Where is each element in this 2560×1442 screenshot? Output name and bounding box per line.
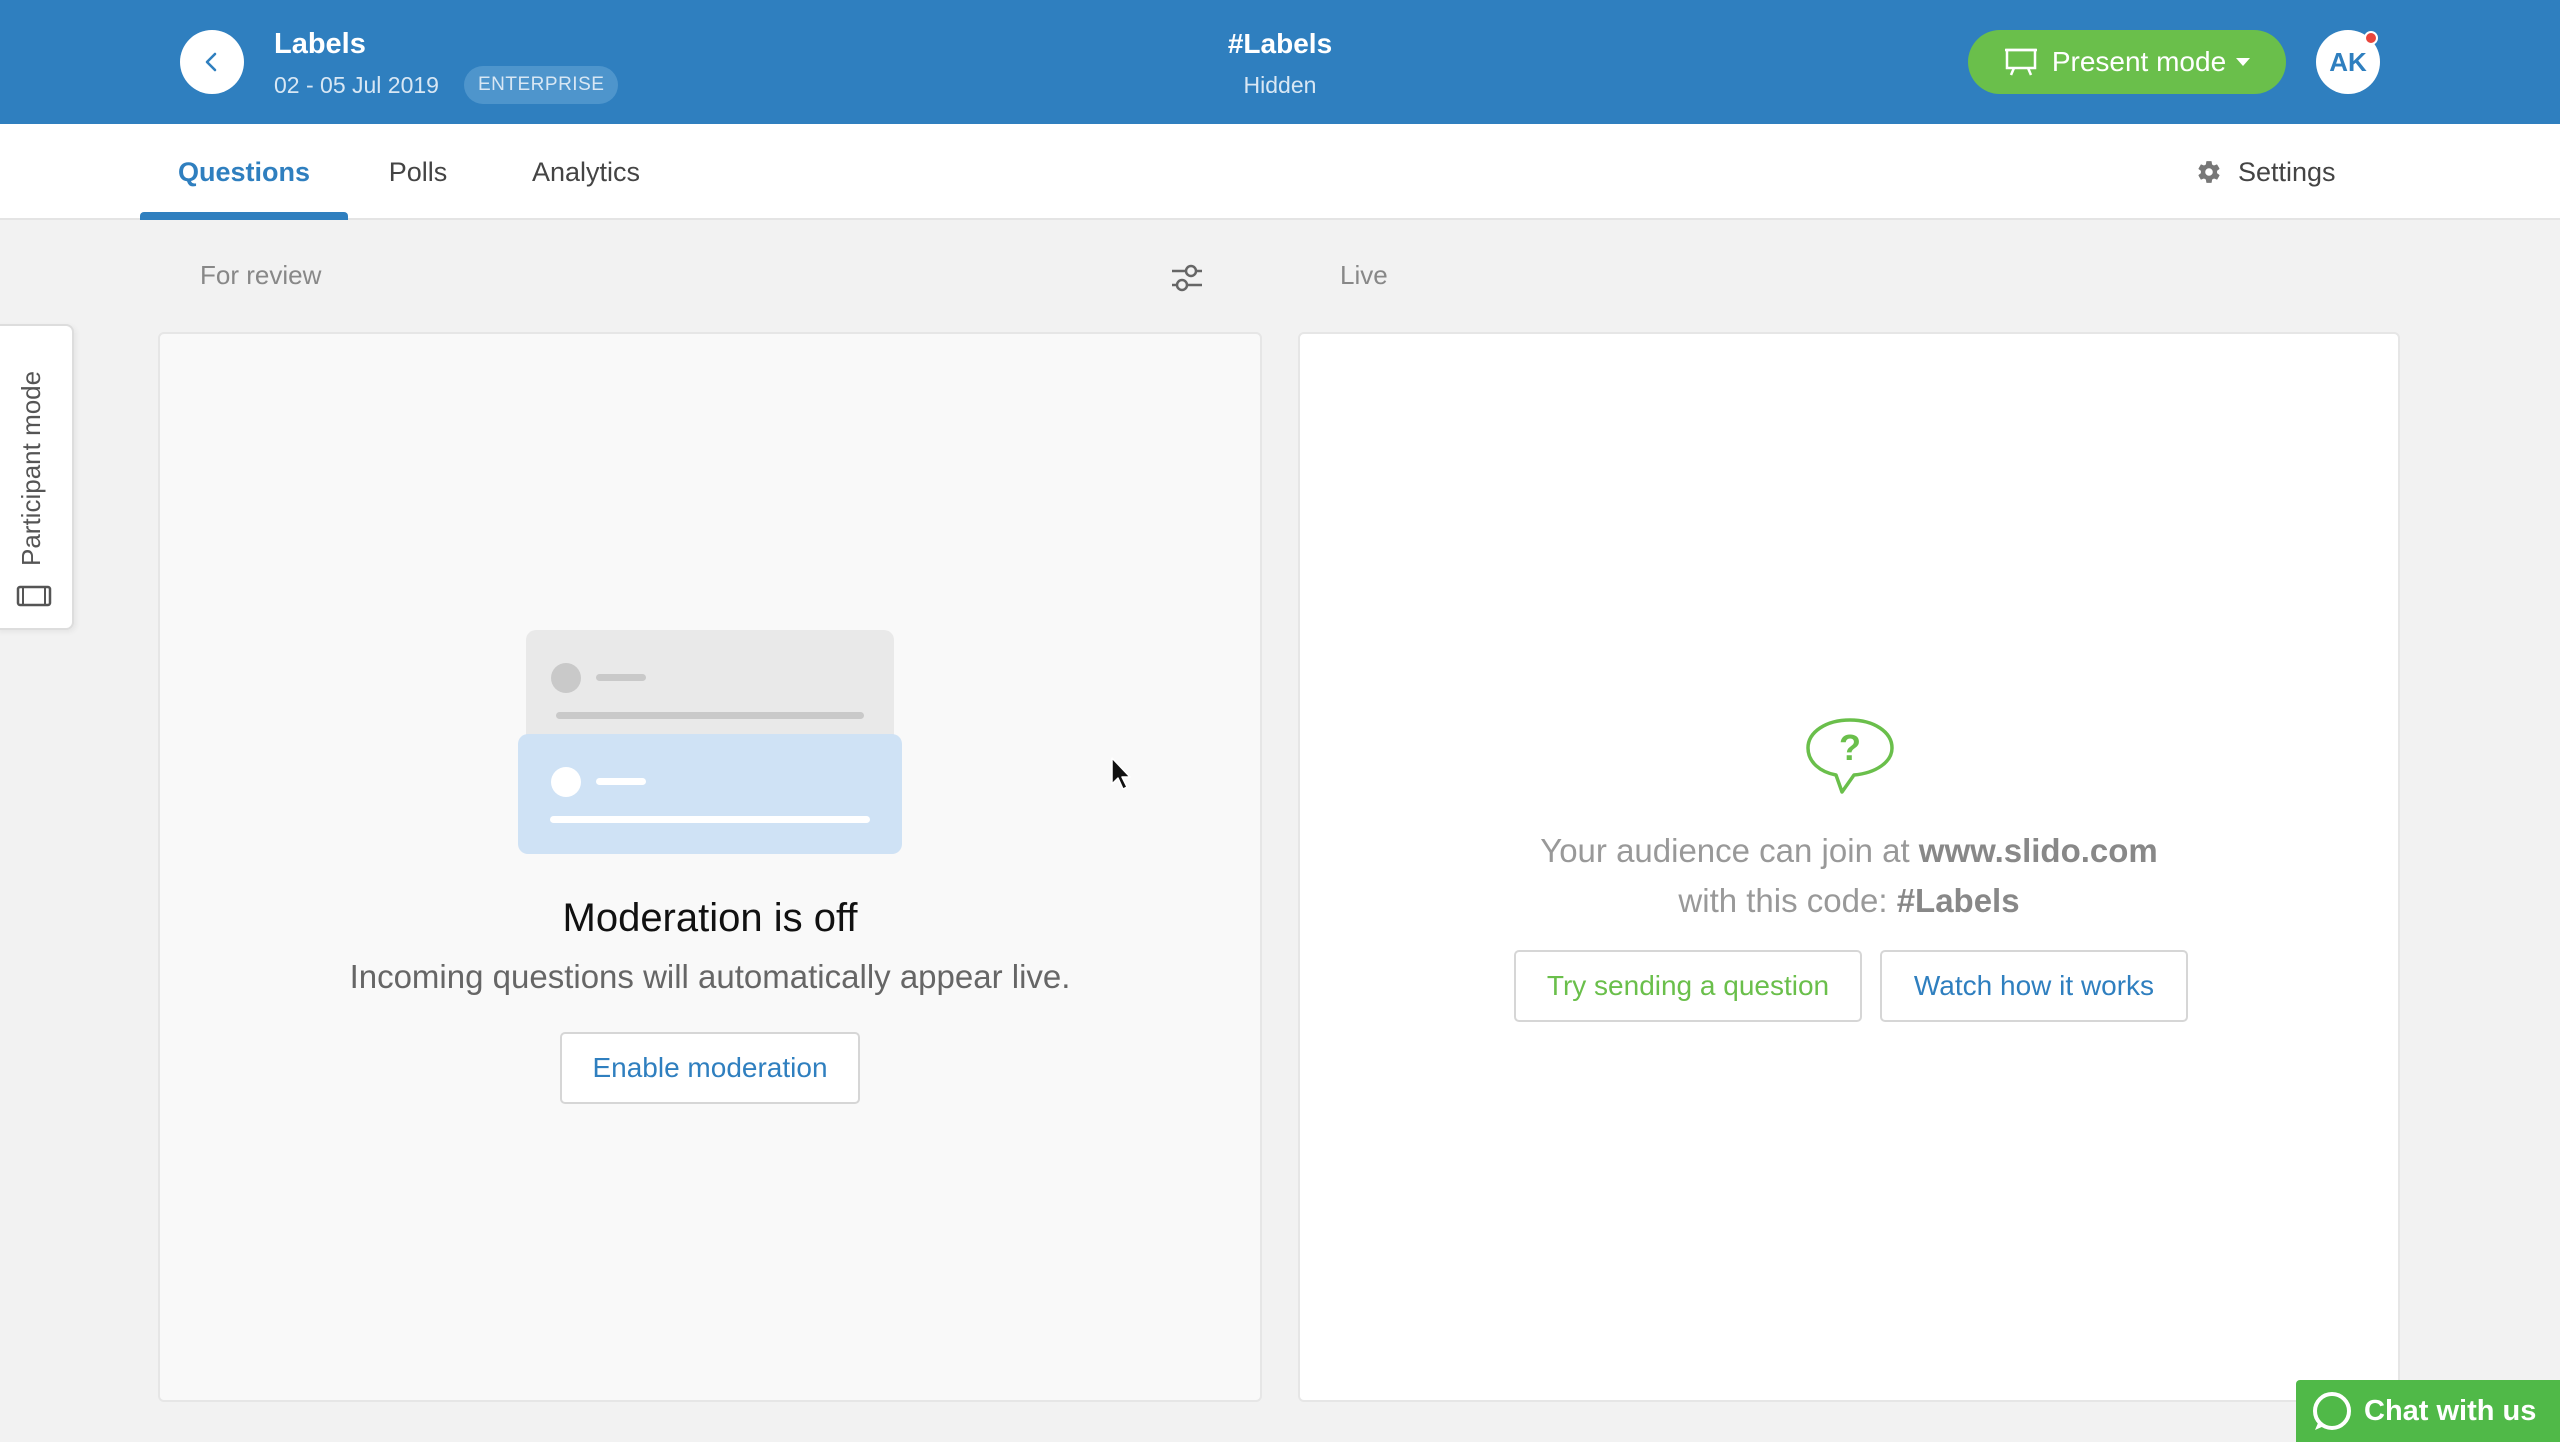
- event-status: Hidden: [1243, 72, 1317, 98]
- join-prefix: Your audience can join at: [1540, 832, 1919, 869]
- question-bubble-icon: ?: [1806, 718, 1894, 794]
- moderation-description: Incoming questions will automatically ap…: [349, 958, 1071, 995]
- device-icon: [16, 585, 52, 607]
- chevron-left-icon: [205, 52, 217, 72]
- chat-bubble-icon: [2313, 1392, 2351, 1430]
- try-sending-question-button[interactable]: Try sending a question: [1514, 950, 1862, 1022]
- presentation-screen-icon: [2004, 48, 2037, 76]
- join-url: www.slido.com: [1918, 832, 2158, 869]
- join-instructions: Your audience can join at www.slido.com …: [1300, 826, 2398, 926]
- user-avatar[interactable]: AK: [2316, 30, 2380, 94]
- event-title: Labels: [274, 28, 366, 60]
- filter-sliders-icon[interactable]: [1170, 262, 1204, 299]
- gear-icon: [2198, 161, 2220, 183]
- code-prefix: with this code:: [1678, 882, 1897, 919]
- tab-bar: Questions Polls Analytics Settings: [0, 124, 2560, 220]
- top-bar: Labels 02 - 05 Jul 2019 ENTERPRISE #Labe…: [0, 0, 2560, 124]
- live-panel: ? Your audience can join at www.slido.co…: [1298, 332, 2400, 1402]
- for-review-label: For review: [200, 260, 322, 290]
- back-button[interactable]: [180, 30, 244, 94]
- moderation-title: Moderation is off: [562, 896, 858, 940]
- svg-text:?: ?: [1839, 727, 1861, 768]
- active-tab-indicator: [140, 212, 348, 220]
- plan-badge: ENTERPRISE: [464, 66, 619, 104]
- present-mode-label: Present mode: [2051, 46, 2227, 77]
- participant-mode-tab[interactable]: Participant mode: [0, 324, 74, 630]
- present-mode-button[interactable]: Present mode: [1968, 30, 2286, 94]
- chat-with-us-label: Chat with us: [2364, 1394, 2537, 1427]
- event-code: #Labels: [1227, 28, 1333, 59]
- notification-dot: [2364, 31, 2378, 45]
- event-dates: 02 - 05 Jul 2019: [274, 72, 439, 98]
- tab-questions[interactable]: Questions: [140, 124, 348, 220]
- tab-analytics[interactable]: Analytics: [514, 124, 658, 220]
- avatar-initials: AK: [2329, 46, 2367, 77]
- question-cards-illustration: [518, 630, 902, 854]
- participant-mode-label: Participant mode: [16, 370, 46, 566]
- review-panel: Moderation is off Incoming questions wil…: [158, 332, 1262, 1402]
- join-code: #Labels: [1896, 882, 2020, 919]
- settings-button[interactable]: Settings: [2196, 124, 2336, 220]
- caret-down-icon: [2236, 58, 2251, 66]
- tab-polls[interactable]: Polls: [370, 124, 466, 220]
- settings-label: Settings: [2238, 156, 2336, 187]
- enable-moderation-button[interactable]: Enable moderation: [560, 1032, 860, 1104]
- live-label: Live: [1340, 260, 1388, 290]
- chat-with-us-button[interactable]: Chat with us: [2296, 1380, 2560, 1442]
- mouse-cursor-icon: [1111, 757, 1131, 790]
- watch-how-it-works-button[interactable]: Watch how it works: [1880, 950, 2188, 1022]
